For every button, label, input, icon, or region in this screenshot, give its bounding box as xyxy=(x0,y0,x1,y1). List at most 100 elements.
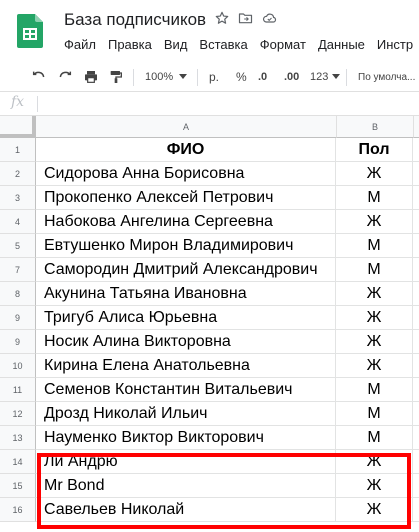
menu-view[interactable]: Вид xyxy=(164,37,188,52)
row-number[interactable]: 3 xyxy=(0,186,36,210)
select-all-corner[interactable] xyxy=(0,116,36,138)
row-number[interactable]: 4 xyxy=(0,210,36,234)
cell-gender[interactable]: М xyxy=(336,378,413,402)
decrease-decimals-button[interactable]: .0 xyxy=(258,62,267,92)
cell-empty[interactable] xyxy=(413,330,419,354)
menu-data[interactable]: Данные xyxy=(318,37,365,52)
document-title[interactable]: База подписчиков xyxy=(64,10,206,30)
print-icon[interactable] xyxy=(83,62,99,92)
cell-empty[interactable] xyxy=(413,426,419,450)
row-number[interactable]: 9 xyxy=(0,306,36,330)
cell-gender[interactable]: Ж xyxy=(336,498,413,522)
sheets-logo-icon[interactable] xyxy=(17,14,43,48)
row-number[interactable]: 9 xyxy=(0,330,36,354)
table-row: 10 Кирина Елена Анатольевна Ж xyxy=(0,354,419,378)
row-number[interactable]: 14 xyxy=(0,450,36,474)
menu-format[interactable]: Формат xyxy=(260,37,306,52)
cell-name[interactable]: Кирина Елена Анатольевна xyxy=(36,354,336,378)
zoom-select[interactable]: 100% xyxy=(145,62,188,92)
cell-gender[interactable]: Ж xyxy=(336,210,413,234)
row-number[interactable]: 8 xyxy=(0,282,36,306)
undo-icon[interactable] xyxy=(31,62,47,92)
cell-name[interactable]: Науменко Виктор Викторович xyxy=(36,426,336,450)
cell-gender[interactable]: М xyxy=(336,402,413,426)
font-select[interactable]: По умолча... xyxy=(358,62,415,92)
menu-tools[interactable]: Инстр xyxy=(377,37,413,52)
cell-name[interactable]: Дрозд Николай Ильич xyxy=(36,402,336,426)
row-number[interactable]: 7 xyxy=(0,258,36,282)
more-formats-select[interactable]: 123 xyxy=(310,62,341,92)
header-cell-name[interactable]: ФИО xyxy=(36,138,336,162)
cell-gender[interactable]: М xyxy=(336,234,413,258)
cell-name[interactable]: Mr Bond xyxy=(36,474,336,498)
table-row: 3 Прокопенко Алексей Петрович М xyxy=(0,186,419,210)
row-number[interactable]: 12 xyxy=(0,402,36,426)
cell-empty[interactable] xyxy=(413,402,419,426)
row-number[interactable]: 15 xyxy=(0,474,36,498)
cell-empty[interactable] xyxy=(413,186,419,210)
cell-empty[interactable] xyxy=(413,354,419,378)
cell-name[interactable]: Тригуб Алиса Юрьевна xyxy=(36,306,336,330)
row-number[interactable]: 13 xyxy=(0,426,36,450)
column-header-c[interactable] xyxy=(414,116,419,138)
row-number[interactable]: 1 xyxy=(0,138,36,162)
cell-empty[interactable] xyxy=(413,138,419,162)
cloud-status-icon[interactable] xyxy=(261,10,278,26)
column-header-b[interactable]: B xyxy=(337,116,414,138)
cell-empty[interactable] xyxy=(413,258,419,282)
paint-format-icon[interactable] xyxy=(108,62,124,92)
cell-name[interactable]: Акунина Татьяна Ивановна xyxy=(36,282,336,306)
cell-gender[interactable]: М xyxy=(336,258,413,282)
menu-insert[interactable]: Вставка xyxy=(199,37,247,52)
cell-name[interactable]: Ли Андрю xyxy=(36,450,336,474)
cell-name[interactable]: Носик Алина Викторовна xyxy=(36,330,336,354)
cell-gender[interactable]: Ж xyxy=(336,282,413,306)
star-icon[interactable] xyxy=(214,10,230,26)
row-number[interactable]: 10 xyxy=(0,354,36,378)
cell-gender[interactable]: Ж xyxy=(336,306,413,330)
cell-empty[interactable] xyxy=(413,450,419,474)
cell-name[interactable]: Набокова Ангелина Сергеевна xyxy=(36,210,336,234)
cell-empty[interactable] xyxy=(413,306,419,330)
chevron-down-icon xyxy=(179,74,188,79)
menu-edit[interactable]: Правка xyxy=(108,37,152,52)
redo-icon[interactable] xyxy=(57,62,73,92)
row-number[interactable]: 2 xyxy=(0,162,36,186)
table-row: 9 Тригуб Алиса Юрьевна Ж xyxy=(0,306,419,330)
cell-empty[interactable] xyxy=(413,474,419,498)
fx-icon: fx xyxy=(11,94,25,110)
table-row: 11 Семенов Константин Витальевич М xyxy=(0,378,419,402)
grid-rows: 1 ФИО Пол 2 Сидорова Анна Борисовна Ж 3 Прокопе… xyxy=(0,138,419,522)
cell-gender[interactable]: Ж xyxy=(336,450,413,474)
cell-name[interactable]: Сидорова Анна Борисовна xyxy=(36,162,336,186)
cell-name[interactable]: Прокопенко Алексей Петрович xyxy=(36,186,336,210)
cell-name[interactable]: Семенов Константин Витальевич xyxy=(36,378,336,402)
cell-empty[interactable] xyxy=(413,282,419,306)
cell-empty[interactable] xyxy=(413,162,419,186)
cell-gender[interactable]: Ж xyxy=(336,162,413,186)
cell-name[interactable]: Савельев Николай xyxy=(36,498,336,522)
cell-gender[interactable]: Ж xyxy=(336,474,413,498)
cell-empty[interactable] xyxy=(413,378,419,402)
cell-gender[interactable]: Ж xyxy=(336,354,413,378)
cell-gender[interactable]: М xyxy=(336,426,413,450)
cell-gender[interactable]: М xyxy=(336,186,413,210)
cell-name[interactable]: Самородин Дмитрий Александрович xyxy=(36,258,336,282)
cell-empty[interactable] xyxy=(413,234,419,258)
cell-name[interactable]: Евтушенко Мирон Владимирович xyxy=(36,234,336,258)
increase-decimals-button[interactable]: .00 xyxy=(284,62,299,92)
row-number[interactable]: 16 xyxy=(0,498,36,522)
percent-format-button[interactable]: % xyxy=(236,62,247,92)
table-row: 13 Науменко Виктор Викторович М xyxy=(0,426,419,450)
formula-bar: fx xyxy=(0,92,419,116)
row-number[interactable]: 5 xyxy=(0,234,36,258)
move-to-folder-icon[interactable] xyxy=(237,10,254,26)
currency-format-button[interactable]: р. xyxy=(209,62,219,92)
column-header-a[interactable]: A xyxy=(36,116,337,138)
cell-gender[interactable]: Ж xyxy=(336,330,413,354)
row-number[interactable]: 11 xyxy=(0,378,36,402)
menu-file[interactable]: Файл xyxy=(64,37,96,52)
header-cell-gender[interactable]: Пол xyxy=(336,138,413,162)
cell-empty[interactable] xyxy=(413,210,419,234)
cell-empty[interactable] xyxy=(413,498,419,522)
